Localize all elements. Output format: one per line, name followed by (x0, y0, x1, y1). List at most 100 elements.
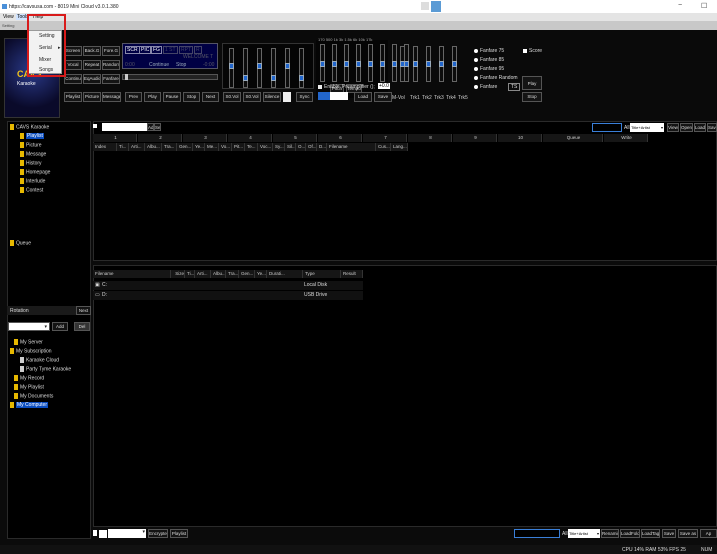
random-button[interactable]: Random (102, 60, 120, 70)
playlist-search-input[interactable] (102, 123, 147, 131)
browser-select-all[interactable] (93, 530, 97, 536)
fanfare-random-radio[interactable]: Fanfare Random (474, 75, 518, 81)
playlist-tab-6[interactable]: 6 (318, 134, 362, 142)
col-tempo[interactable]: Te... (245, 143, 258, 151)
preamp-slider[interactable] (318, 92, 348, 100)
stop-button[interactable]: Stop (183, 92, 200, 102)
fanfare-play-button[interactable]: Play (522, 76, 542, 90)
display-tab-fg[interactable]: FG (151, 46, 162, 54)
fanfare-85-radio[interactable]: Fanfare 85 (474, 57, 504, 63)
bottom-playlist-button[interactable]: Playlist (170, 529, 188, 538)
playlist-toggle-button[interactable]: Playlist (64, 92, 82, 102)
bcol-result[interactable]: Result (341, 270, 363, 278)
eq-save-button[interactable]: Save (374, 92, 392, 102)
fanfare-75-radio[interactable]: Fanfare 75 (474, 48, 504, 54)
col-index[interactable]: Index (93, 143, 117, 151)
vocal-button[interactable]: Vocal (64, 60, 82, 70)
col-title[interactable]: Ti... (117, 143, 129, 151)
tree-picture[interactable]: Picture (20, 142, 42, 148)
browser-search-input[interactable]: ▾ (108, 529, 146, 538)
fanfare-radio[interactable]: Fanfare (474, 84, 497, 90)
ts-button[interactable]: TS (508, 83, 521, 91)
bcol-type[interactable]: Type (303, 270, 341, 278)
minimize-button[interactable]: − (678, 2, 682, 9)
browser-save-as-button[interactable]: Save as (678, 529, 698, 538)
enable-checkbox[interactable] (318, 85, 322, 89)
bcol-filename[interactable]: Filename (93, 270, 171, 278)
table-row[interactable]: ▣ C: Local Disk (93, 281, 363, 290)
eqaudio-button[interactable]: EqAudio (83, 74, 101, 84)
rotation-select[interactable]: ▾ (8, 322, 50, 331)
playlist-sel-button[interactable]: Sel (154, 123, 161, 131)
nav-my-server[interactable]: My Server (14, 339, 43, 345)
play-button[interactable]: Play (144, 92, 161, 102)
playlist-tab-2[interactable]: 2 (138, 134, 182, 142)
nav-my-subscription[interactable]: My Subscription (10, 348, 52, 354)
col-d[interactable]: D... (317, 143, 327, 151)
tree-queue[interactable]: Queue (10, 240, 31, 246)
fanfare-95-radio[interactable]: Fanfare 95 (474, 66, 504, 72)
bcol-artist[interactable]: Arti... (195, 270, 211, 278)
playlist-tab-10[interactable]: 10 (498, 134, 542, 142)
bcol-size[interactable]: Size (171, 270, 185, 278)
preamp-value[interactable]: +0.0 (378, 83, 390, 89)
grid-icon[interactable] (421, 2, 429, 10)
browser-sort-select[interactable]: Title+Artist ▾ (568, 529, 600, 538)
message-toggle-button[interactable]: Message (102, 92, 121, 102)
score-checkbox[interactable] (523, 49, 527, 53)
col-vocal[interactable]: Voc... (258, 143, 273, 151)
silence-button[interactable]: Silence (263, 92, 281, 102)
renaming-button[interactable]: Renaming (601, 529, 619, 538)
browser-filter-input[interactable] (514, 529, 560, 538)
playlist-tab-queue[interactable]: Queue (543, 134, 603, 142)
add-singer-button[interactable]: Add (52, 322, 68, 331)
bcol-genre[interactable]: Gen... (239, 270, 255, 278)
col-artist[interactable]: Arti... (129, 143, 145, 151)
playlist-tab-write[interactable]: Write (604, 134, 648, 142)
display-tab-scr[interactable]: SCR (125, 46, 140, 54)
playlist-tab-3[interactable]: 3 (183, 134, 227, 142)
loadfold-button[interactable]: LoadFold (620, 529, 640, 538)
playlist-tab-8[interactable]: 8 (408, 134, 452, 142)
nav-my-documents[interactable]: My Documents (14, 393, 53, 399)
col-year[interactable]: Ye... (193, 143, 205, 151)
repeat-button[interactable]: Repeat (83, 60, 101, 70)
next-button[interactable]: Next (202, 92, 219, 102)
tree-message[interactable]: Message (20, 151, 46, 157)
nav-my-computer[interactable]: My Computer (10, 402, 49, 409)
nav-karaoke-cloud[interactable]: Karaoke Cloud (20, 357, 59, 363)
playlist-view-button[interactable]: View (667, 123, 679, 132)
playlist-save-button[interactable]: Save (707, 123, 717, 132)
table-row[interactable]: ▭ D: USB Drive (93, 291, 363, 300)
tree-homepage[interactable]: Homepage (20, 169, 50, 175)
col-album[interactable]: Albu... (145, 143, 162, 151)
maximize-button[interactable]: ☐ (701, 2, 707, 10)
bcol-track[interactable]: Tra... (226, 270, 239, 278)
bcol-year[interactable]: Ye... (255, 270, 267, 278)
playlist-select-all[interactable] (93, 124, 97, 128)
col-language[interactable]: Lang... (391, 143, 408, 151)
col-o[interactable]: O... (296, 143, 306, 151)
tree-contest[interactable]: Contest (20, 187, 43, 193)
bcol-duration[interactable]: Durati... (267, 270, 303, 278)
col-custom[interactable]: Cus... (376, 143, 391, 151)
screen-button[interactable]: Screen (64, 46, 82, 56)
playlist-open-button[interactable]: Open (680, 123, 693, 132)
display-tab-pic[interactable]: PIC (139, 46, 152, 54)
col-filename[interactable]: Filename (327, 143, 376, 151)
playlist-tab-7[interactable]: 7 (363, 134, 407, 142)
playlist-tab-9[interactable]: 9 (453, 134, 497, 142)
prev-button[interactable]: Prev (125, 92, 142, 102)
col-track[interactable]: Tra... (162, 143, 177, 151)
loadtag-button[interactable]: LoadTag (641, 529, 660, 538)
display-tab-r[interactable]: R (194, 46, 202, 54)
playlist-tab-5[interactable]: 5 (273, 134, 317, 142)
sync-button[interactable]: Sync (296, 92, 313, 102)
display-tab-1st[interactable]: 1 ST (163, 46, 178, 54)
nav-my-playlist[interactable]: My Playlist (14, 384, 44, 390)
nav-party-tyme[interactable]: Party Tyme Karaoke (20, 366, 71, 372)
delete-singer-button[interactable]: Del (74, 322, 90, 331)
tree-history[interactable]: History (20, 160, 42, 166)
next-singer-button[interactable]: Next (76, 306, 91, 315)
fanfare-toggle-button[interactable]: Fanfare (102, 74, 120, 84)
